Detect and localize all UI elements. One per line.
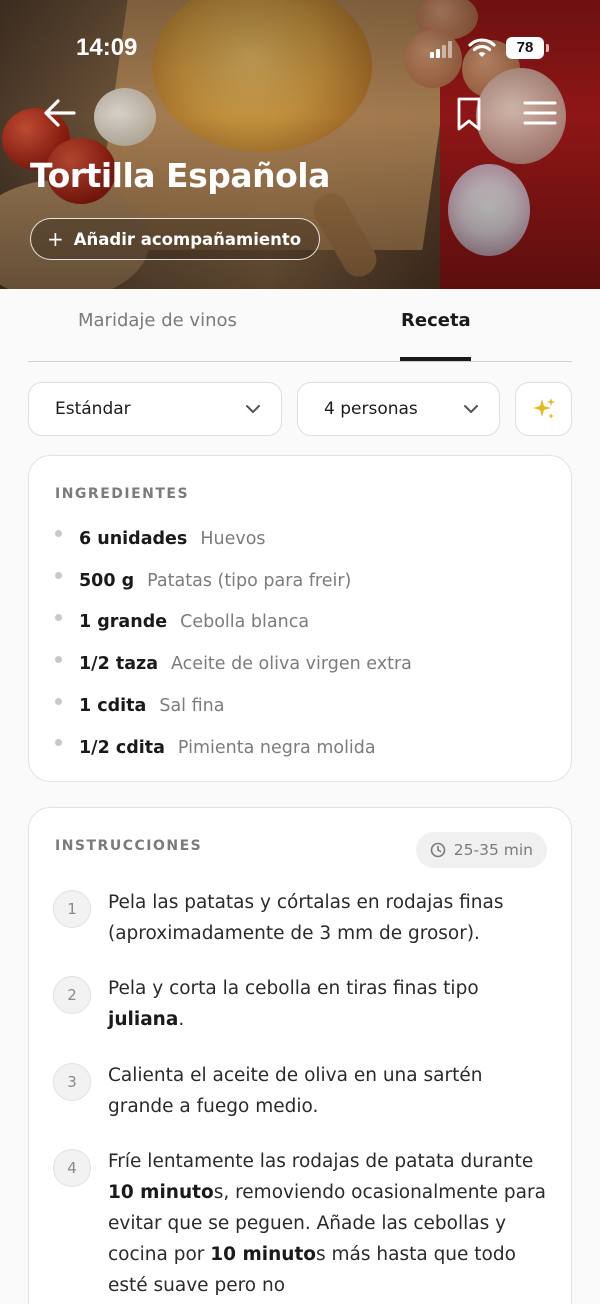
active-tab-indicator — [400, 357, 471, 361]
battery-icon: 78 — [506, 37, 549, 59]
list-item: 1/2 taza Aceite de oliva virgen extra — [55, 643, 555, 685]
recipe-style-select[interactable]: Estándar — [28, 382, 282, 436]
ingredient-quantity: 6 unidades — [79, 528, 188, 549]
step-highlight: juliana — [108, 1009, 179, 1030]
list-item: 1 cdita Sal fina — [55, 685, 555, 727]
step-text: Fríe lentamente las rodajas de patata du… — [108, 1146, 553, 1301]
tab-wine-pairing[interactable]: Maridaje de vinos — [78, 310, 237, 331]
bullet — [55, 655, 62, 663]
instructions-heading: INSTRUCCIONES — [55, 838, 203, 854]
bullet — [55, 530, 62, 538]
ingredients-card: INGREDIENTES 6 unidades Huevos 500 g Patat… — [28, 455, 572, 782]
step-number: 1 — [53, 890, 91, 928]
ingredient-quantity: 1/2 taza — [79, 654, 159, 675]
chevron-down-icon — [464, 405, 478, 413]
servings-value: 4 personas — [324, 399, 418, 419]
tab-recipe[interactable]: Receta — [401, 310, 471, 331]
cellular-signal-icon — [430, 40, 454, 58]
bookmark-icon[interactable] — [454, 96, 484, 132]
bullet — [55, 613, 62, 621]
add-side-dish-button[interactable]: + Añadir acompañamiento — [30, 218, 321, 260]
ingredient-name: Cebolla blanca — [180, 612, 310, 633]
list-item: 6 unidades Huevos — [55, 518, 555, 560]
list-item: 1 grande Cebolla blanca — [55, 602, 555, 644]
servings-select[interactable]: 4 personas — [297, 382, 500, 436]
back-arrow-icon[interactable] — [40, 96, 80, 130]
sparkle-icon — [532, 398, 555, 419]
step-number: 4 — [53, 1149, 91, 1187]
instructions-card: INSTRUCCIONES 25-35 min 1 Pela las patat… — [28, 807, 572, 1304]
bullet — [55, 739, 62, 747]
step-number: 3 — [53, 1063, 91, 1101]
hamburger-menu-icon[interactable] — [522, 98, 558, 128]
recipe-title: Tortilla Española — [30, 156, 330, 195]
status-time: 14:09 — [76, 34, 138, 61]
step-text: Calienta el aceite de oliva en una sarté… — [108, 1065, 483, 1117]
step-number: 2 — [53, 976, 91, 1014]
step-highlight: 10 minuto — [108, 1182, 214, 1203]
step-highlight: 10 minuto — [210, 1244, 316, 1265]
step-text: Pela las patatas y córtalas en rodajas f… — [108, 892, 504, 944]
cooking-time: 25-35 min — [453, 841, 533, 859]
ingredient-quantity: 500 g — [79, 570, 135, 591]
ingredient-name: Huevos — [200, 528, 266, 549]
ingredient-name: Aceite de oliva virgen extra — [171, 654, 412, 675]
ingredient-quantity: 1/2 cdita — [79, 737, 165, 758]
step-text-part: . — [178, 1009, 185, 1030]
bullet — [55, 697, 62, 705]
step-text-part: Fríe lentamente las rodajas de patata du… — [108, 1151, 534, 1172]
ingredient-quantity: 1 cdita — [79, 696, 147, 717]
ingredient-name: Pimienta negra molida — [177, 737, 376, 758]
tab-bar: Maridaje de vinos Receta — [28, 290, 572, 362]
step-text-part: Pela y corta la cebolla en tiras finas t… — [108, 978, 479, 999]
list-item: 500 g Patatas (tipo para freir) — [55, 560, 555, 602]
cooking-time-badge: 25-35 min — [415, 832, 547, 868]
ai-sparkle-button[interactable] — [515, 382, 572, 436]
ingredient-name: Sal fina — [159, 696, 225, 717]
add-side-dish-label: Añadir acompañamiento — [73, 229, 302, 249]
wifi-icon — [468, 38, 496, 57]
clock-icon — [430, 842, 446, 858]
chevron-down-icon — [246, 405, 260, 413]
plus-icon: + — [47, 227, 64, 251]
list-item: 1/2 cdita Pimienta negra molida — [55, 727, 555, 769]
recipe-style-value: Estándar — [55, 399, 131, 419]
ingredient-quantity: 1 grande — [79, 612, 168, 633]
ingredient-name: Patatas (tipo para freir) — [147, 570, 352, 591]
ingredients-list: 6 unidades Huevos 500 g Patatas (tipo para… — [55, 518, 555, 769]
ingredients-heading: INGREDIENTES — [55, 486, 190, 502]
bullet — [55, 572, 62, 580]
step-text: Pela y corta la cebolla en tiras finas t… — [108, 973, 553, 1035]
